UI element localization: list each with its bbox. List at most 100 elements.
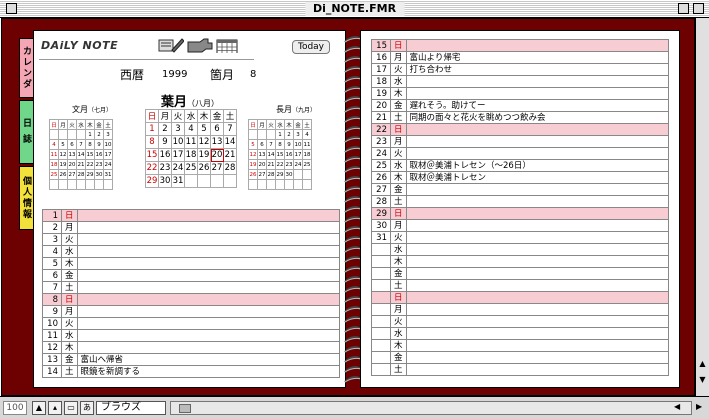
edit-notes-icon[interactable] xyxy=(158,37,184,53)
calendar-day[interactable]: 7 xyxy=(266,139,276,150)
calendar-day[interactable]: 12 xyxy=(58,149,68,160)
calendar-day[interactable]: 24 xyxy=(103,159,113,170)
diary-row[interactable]: 18 水 xyxy=(371,75,670,88)
calendar-day[interactable]: 23 xyxy=(284,159,294,170)
calendar-day[interactable]: 31 xyxy=(103,169,113,180)
calendar-grid-icon[interactable] xyxy=(216,37,238,53)
diary-note[interactable] xyxy=(76,257,341,270)
calendar-day[interactable]: 11 xyxy=(302,139,312,150)
calendar-day[interactable]: 26 xyxy=(248,169,258,180)
diary-note[interactable] xyxy=(405,39,670,52)
diary-row[interactable]: 2月 xyxy=(42,221,341,234)
calendar-day[interactable]: 4 xyxy=(49,139,59,150)
calendar-day[interactable]: 13 xyxy=(210,135,224,149)
diary-row[interactable]: 土 xyxy=(371,279,670,292)
diary-note[interactable] xyxy=(405,267,670,280)
diary-note[interactable] xyxy=(405,183,670,196)
diary-row[interactable]: 4水 xyxy=(42,245,341,258)
calendar-day[interactable]: 6 xyxy=(210,122,224,136)
diary-row[interactable]: 17 火打ち合わせ xyxy=(371,63,670,76)
diary-note[interactable]: 同期の面々と花火を眺めつつ飲み会 xyxy=(405,111,670,124)
calendar-day[interactable]: 20 xyxy=(210,148,224,162)
calendar-day[interactable]: 8 xyxy=(85,139,95,150)
diary-note[interactable] xyxy=(405,87,670,100)
calendar-day[interactable]: 17 xyxy=(103,149,113,160)
calendar-day[interactable]: 12 xyxy=(197,135,211,149)
calendar-day[interactable]: 21 xyxy=(266,159,276,170)
diary-note[interactable] xyxy=(76,329,341,342)
diary-row[interactable]: 29 日 xyxy=(371,207,670,220)
diary-note[interactable] xyxy=(405,291,670,304)
calendar-day[interactable]: 28 xyxy=(76,169,86,180)
diary-note[interactable]: 富山より帰宅 xyxy=(405,51,670,64)
calendar-day[interactable]: 5 xyxy=(248,139,258,150)
calendar-day[interactable]: 22 xyxy=(145,161,159,175)
diary-note[interactable] xyxy=(76,245,341,258)
diary-note[interactable] xyxy=(405,303,670,316)
diary-note[interactable] xyxy=(76,293,341,306)
diary-note[interactable] xyxy=(405,243,670,256)
diary-row[interactable]: 25 水取材＠美浦トレセン（～26日） xyxy=(371,159,670,172)
calendar-day[interactable]: 4 xyxy=(302,129,312,140)
calendar-day[interactable]: 8 xyxy=(275,139,285,150)
diary-row[interactable]: 6金 xyxy=(42,269,341,282)
calendar-day[interactable]: 3 xyxy=(171,122,185,136)
diary-note[interactable] xyxy=(405,315,670,328)
calendar-day[interactable]: 22 xyxy=(85,159,95,170)
calendar-day[interactable]: 19 xyxy=(197,148,211,162)
calendar-day[interactable]: 24 xyxy=(293,159,303,170)
calendar-day[interactable]: 3 xyxy=(293,129,303,140)
diary-note[interactable]: 打ち合わせ xyxy=(405,63,670,76)
calendar-day[interactable]: 27 xyxy=(67,169,77,180)
diary-row[interactable]: 水 xyxy=(371,243,670,256)
calendar-day[interactable]: 30 xyxy=(284,169,294,180)
diary-row[interactable]: 27 金 xyxy=(371,183,670,196)
diary-note[interactable] xyxy=(76,233,341,246)
diary-row[interactable]: 16 月富山より帰宅 xyxy=(371,51,670,64)
diary-row[interactable]: 15 日 xyxy=(371,39,670,52)
calendar-day[interactable]: 1 xyxy=(145,122,159,136)
calendar-day[interactable]: 18 xyxy=(49,159,59,170)
diary-note[interactable] xyxy=(405,219,670,232)
zoom-level[interactable]: 100 xyxy=(3,401,27,415)
calendar-day[interactable]: 28 xyxy=(223,161,237,175)
calendar-day[interactable]: 23 xyxy=(94,159,104,170)
diary-row[interactable]: 20 金遅れそう。助けてー xyxy=(371,99,670,112)
scroll-thumb[interactable] xyxy=(179,404,191,413)
calendar-day[interactable]: 6 xyxy=(67,139,77,150)
diary-note[interactable] xyxy=(405,147,670,160)
diary-note[interactable] xyxy=(405,231,670,244)
diary-row[interactable]: 8日 xyxy=(42,293,341,306)
scroll-down-arrow-icon[interactable]: ▼ xyxy=(697,374,708,385)
vertical-scrollbar[interactable]: ▲ ▼ xyxy=(695,18,709,396)
calendar-day[interactable]: 10 xyxy=(171,135,185,149)
tab-0[interactable]: カレンダ xyxy=(19,38,33,98)
diary-note[interactable] xyxy=(405,363,670,376)
calendar-day[interactable]: 15 xyxy=(275,149,285,160)
diary-row[interactable]: 30 月 xyxy=(371,219,670,232)
diary-row[interactable]: 木 xyxy=(371,255,670,268)
diary-row[interactable]: 22 日 xyxy=(371,123,670,136)
zoom-out-icon[interactable]: ▲ xyxy=(32,401,46,415)
horizontal-scrollbar[interactable] xyxy=(170,401,692,415)
diary-row[interactable]: 日 xyxy=(371,291,670,304)
diary-note[interactable] xyxy=(405,351,670,364)
diary-note[interactable] xyxy=(405,255,670,268)
diary-row[interactable]: 木 xyxy=(371,339,670,352)
calendar-day[interactable]: 19 xyxy=(58,159,68,170)
calendar-day[interactable]: 29 xyxy=(275,169,285,180)
diary-row[interactable]: 19 木 xyxy=(371,87,670,100)
calendar-day[interactable]: 29 xyxy=(145,174,159,188)
calendar-day[interactable]: 26 xyxy=(197,161,211,175)
diary-note[interactable] xyxy=(76,281,341,294)
diary-note[interactable] xyxy=(405,75,670,88)
diary-row[interactable]: 水 xyxy=(371,327,670,340)
diary-note[interactable] xyxy=(405,279,670,292)
diary-row[interactable]: 3火 xyxy=(42,233,341,246)
calendar-day[interactable]: 13 xyxy=(67,149,77,160)
tab-2[interactable]: 個人情報 xyxy=(19,166,33,230)
calendar-day[interactable]: 25 xyxy=(302,159,312,170)
calendar-day[interactable]: 30 xyxy=(94,169,104,180)
calendar-day[interactable]: 8 xyxy=(145,135,159,149)
title-bar[interactable]: Di_NOTE.FMR xyxy=(0,0,709,18)
